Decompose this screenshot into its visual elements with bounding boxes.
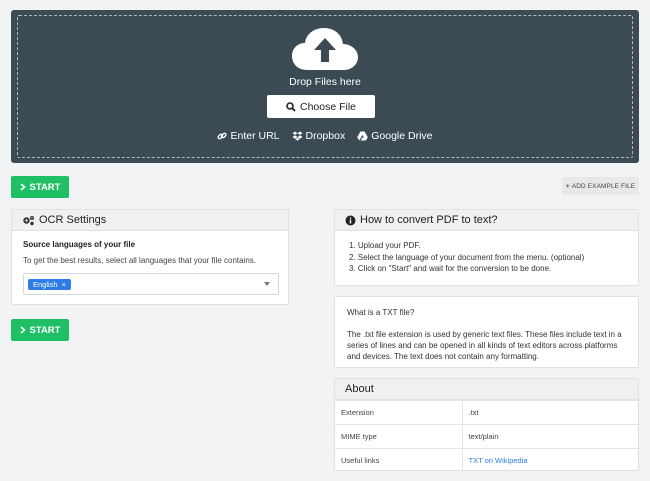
cloud-upload-icon: [292, 28, 358, 70]
language-tag-label: English: [33, 280, 58, 289]
about-table: Extension .txt MIME type text/plain Usef…: [335, 400, 638, 473]
google-drive-icon: [357, 131, 369, 141]
remove-tag-icon[interactable]: ×: [62, 280, 66, 289]
howto-panel: How to convert PDF to text? 1. Upload yo…: [334, 209, 639, 286]
file-drop-zone[interactable]: Drop Files here Choose File Enter URL Dr…: [11, 10, 639, 163]
txt-info-body: The .txt file extension is used by gener…: [347, 330, 622, 361]
about-header: About: [335, 379, 638, 400]
txt-info-panel: What is a TXT file? The .txt file extens…: [334, 296, 639, 368]
start-button-bottom[interactable]: START: [11, 319, 69, 341]
dropbox-icon: [292, 131, 303, 141]
about-label: Useful links: [335, 448, 463, 473]
ocr-settings-panel: OCR Settings Source languages of your fi…: [11, 209, 289, 305]
start-button-top[interactable]: START: [11, 176, 69, 198]
dropbox-label: Dropbox: [305, 130, 346, 142]
dropbox-link[interactable]: Dropbox: [292, 130, 346, 142]
language-tag: English ×: [28, 279, 71, 290]
about-title: About: [345, 383, 374, 395]
ocr-settings-title: OCR Settings: [39, 214, 107, 226]
howto-steps: 1. Upload your PDF. 2. Select the langua…: [335, 231, 638, 284]
chevron-down-icon[interactable]: [264, 282, 270, 286]
wikipedia-prefix: TXT on: [468, 456, 496, 466]
choose-file-button[interactable]: Choose File: [267, 95, 375, 118]
start-label: START: [29, 324, 61, 336]
info-icon: [345, 215, 356, 225]
howto-step: 3. Click on "Start" and wait for the con…: [349, 264, 552, 273]
google-drive-link[interactable]: Google Drive: [357, 130, 433, 142]
table-row: MIME type text/plain: [335, 424, 638, 449]
about-value: TXT on Wikipedia: [462, 448, 638, 473]
source-languages-title: Source languages of your file: [23, 240, 136, 249]
start-label: START: [29, 181, 61, 193]
about-value: .txt: [462, 400, 638, 425]
drop-files-text: Drop Files here: [289, 76, 361, 88]
search-icon: [286, 101, 296, 112]
howto-title: How to convert PDF to text?: [360, 214, 498, 226]
table-row: Extension .txt: [335, 400, 638, 425]
language-select[interactable]: English ×: [23, 273, 279, 295]
add-example-file-button[interactable]: + ADD EXAMPLE FILE: [562, 177, 639, 195]
chevron-right-icon: [19, 183, 26, 191]
choose-file-label: Choose File: [299, 100, 357, 113]
wikipedia-link[interactable]: Wikipedia: [495, 456, 528, 465]
upload-sources: Enter URL Dropbox Google Drive: [11, 130, 639, 142]
about-panel: About Extension .txt MIME type text/plai…: [334, 378, 639, 473]
enter-url-link[interactable]: Enter URL: [217, 130, 280, 142]
add-example-label: ADD EXAMPLE FILE: [571, 182, 636, 190]
google-drive-label: Google Drive: [371, 130, 433, 142]
table-row: Useful links TXT on Wikipedia: [335, 448, 638, 473]
gears-icon: [23, 215, 34, 225]
howto-step: 2. Select the language of your document …: [349, 252, 585, 262]
about-value: text/plain: [462, 424, 638, 449]
link-icon: [217, 132, 228, 140]
howto-step: 1. Upload your PDF.: [349, 241, 421, 250]
ocr-settings-header: OCR Settings: [12, 210, 288, 231]
txt-info-question: What is a TXT file?: [347, 308, 415, 317]
enter-url-label: Enter URL: [230, 130, 280, 142]
howto-header: How to convert PDF to text?: [335, 210, 638, 231]
plus-icon: +: [565, 182, 570, 190]
about-label: Extension: [335, 400, 463, 425]
about-label: MIME type: [335, 424, 463, 449]
source-languages-description: To get the best results, select all lang…: [23, 256, 257, 265]
chevron-right-icon: [19, 326, 26, 334]
